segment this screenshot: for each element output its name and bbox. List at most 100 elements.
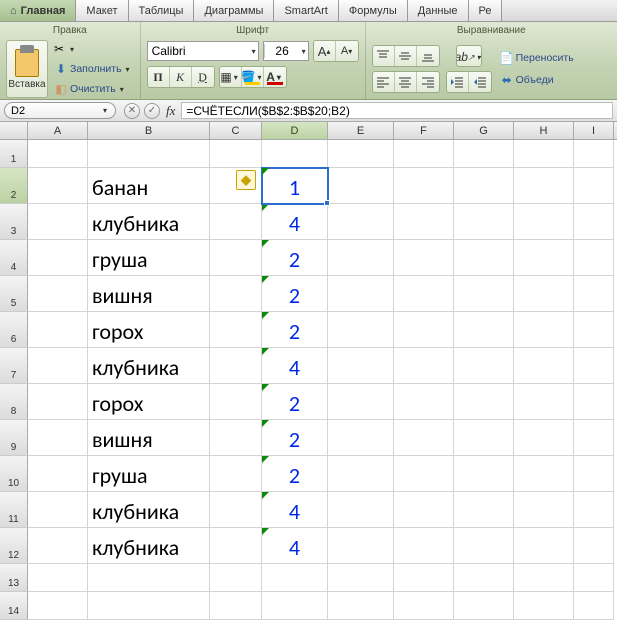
- cell-H1[interactable]: [514, 140, 574, 168]
- cell-I14[interactable]: [574, 592, 614, 620]
- cell-B12[interactable]: клубника: [88, 528, 210, 564]
- row-header[interactable]: 7: [0, 348, 28, 384]
- cell-B7[interactable]: клубника: [88, 348, 210, 384]
- cell-E4[interactable]: [328, 240, 394, 276]
- cell-B3[interactable]: клубника: [88, 204, 210, 240]
- shrink-font-button[interactable]: A▾: [336, 41, 358, 61]
- cell-D2[interactable]: 1◆: [262, 168, 328, 204]
- fill-color-button[interactable]: 🪣▾: [242, 67, 264, 87]
- cell-F9[interactable]: [394, 420, 454, 456]
- cell-E3[interactable]: [328, 204, 394, 240]
- cell-A13[interactable]: [28, 564, 88, 592]
- font-name-select[interactable]: Calibri ▾: [147, 41, 259, 61]
- row-header[interactable]: 6: [0, 312, 28, 348]
- cell-G13[interactable]: [454, 564, 514, 592]
- cell-I9[interactable]: [574, 420, 614, 456]
- cell-H11[interactable]: [514, 492, 574, 528]
- font-size-select[interactable]: 26 ▾: [263, 41, 309, 61]
- cell-F1[interactable]: [394, 140, 454, 168]
- cell-E8[interactable]: [328, 384, 394, 420]
- cell-G11[interactable]: [454, 492, 514, 528]
- cell-G7[interactable]: [454, 348, 514, 384]
- cell-H13[interactable]: [514, 564, 574, 592]
- cell-I11[interactable]: [574, 492, 614, 528]
- cell-G5[interactable]: [454, 276, 514, 312]
- dropdown-icon[interactable]: ▾: [68, 45, 76, 54]
- cell-A8[interactable]: [28, 384, 88, 420]
- cell-G1[interactable]: [454, 140, 514, 168]
- cell-C7[interactable]: [210, 348, 262, 384]
- cell-C13[interactable]: [210, 564, 262, 592]
- cell-B2[interactable]: банан: [88, 168, 210, 204]
- align-right-button[interactable]: [417, 72, 439, 92]
- cell-E10[interactable]: [328, 456, 394, 492]
- row-header[interactable]: 3: [0, 204, 28, 240]
- scissors-icon[interactable]: ✂: [52, 42, 66, 56]
- cell-F12[interactable]: [394, 528, 454, 564]
- cell-G14[interactable]: [454, 592, 514, 620]
- selection-handle[interactable]: [324, 200, 330, 206]
- cell-I10[interactable]: [574, 456, 614, 492]
- tab-диаграммы[interactable]: Диаграммы: [194, 0, 274, 21]
- cell-A3[interactable]: [28, 204, 88, 240]
- column-header-H[interactable]: H: [514, 122, 574, 139]
- cell-G8[interactable]: [454, 384, 514, 420]
- error-indicator-icon[interactable]: ◆: [236, 170, 256, 190]
- decrease-indent-button[interactable]: [447, 72, 469, 92]
- tab-главная[interactable]: ⌂Главная: [0, 0, 76, 21]
- cell-C10[interactable]: [210, 456, 262, 492]
- cell-G9[interactable]: [454, 420, 514, 456]
- cell-A7[interactable]: [28, 348, 88, 384]
- cell-A4[interactable]: [28, 240, 88, 276]
- cell-F13[interactable]: [394, 564, 454, 592]
- cell-B14[interactable]: [88, 592, 210, 620]
- grow-font-button[interactable]: A▴: [314, 41, 336, 61]
- cell-B4[interactable]: груша: [88, 240, 210, 276]
- row-header[interactable]: 11: [0, 492, 28, 528]
- dropdown-icon[interactable]: ▾: [124, 65, 132, 74]
- tab-формулы[interactable]: Формулы: [339, 0, 408, 21]
- cell-A11[interactable]: [28, 492, 88, 528]
- row-header[interactable]: 5: [0, 276, 28, 312]
- align-top-button[interactable]: [373, 46, 395, 66]
- row-header[interactable]: 9: [0, 420, 28, 456]
- cell-E7[interactable]: [328, 348, 394, 384]
- column-header-C[interactable]: C: [210, 122, 262, 139]
- cell-F10[interactable]: [394, 456, 454, 492]
- cell-A5[interactable]: [28, 276, 88, 312]
- cell-D10[interactable]: 2: [262, 456, 328, 492]
- orientation-button[interactable]: ab↗▾: [456, 45, 482, 67]
- column-header-I[interactable]: I: [574, 122, 614, 139]
- dropdown-icon[interactable]: ▾: [101, 106, 109, 115]
- fill-button[interactable]: ⬇ Заполнить ▾: [52, 60, 134, 78]
- tab-таблицы[interactable]: Таблицы: [129, 0, 195, 21]
- cell-H12[interactable]: [514, 528, 574, 564]
- formula-input[interactable]: =СЧЁТЕСЛИ($B$2:$B$20;B2): [181, 102, 613, 119]
- cell-C5[interactable]: [210, 276, 262, 312]
- cell-D3[interactable]: 4: [262, 204, 328, 240]
- fx-icon[interactable]: fx: [164, 103, 177, 119]
- tab-данные[interactable]: Данные: [408, 0, 469, 21]
- cell-H7[interactable]: [514, 348, 574, 384]
- cell-E6[interactable]: [328, 312, 394, 348]
- cell-E11[interactable]: [328, 492, 394, 528]
- cell-H14[interactable]: [514, 592, 574, 620]
- cell-H4[interactable]: [514, 240, 574, 276]
- cell-D5[interactable]: 2: [262, 276, 328, 312]
- cell-D4[interactable]: 2: [262, 240, 328, 276]
- cell-D12[interactable]: 4: [262, 528, 328, 564]
- column-header-F[interactable]: F: [394, 122, 454, 139]
- cell-E9[interactable]: [328, 420, 394, 456]
- cell-E1[interactable]: [328, 140, 394, 168]
- clear-button[interactable]: ◧ Очистить ▾: [52, 80, 128, 98]
- borders-button[interactable]: ▦▾: [220, 67, 242, 87]
- cell-I3[interactable]: [574, 204, 614, 240]
- cell-I2[interactable]: [574, 168, 614, 204]
- cell-E2[interactable]: [328, 168, 394, 204]
- cell-D9[interactable]: 2: [262, 420, 328, 456]
- cell-I7[interactable]: [574, 348, 614, 384]
- row-header[interactable]: 12: [0, 528, 28, 564]
- cell-A10[interactable]: [28, 456, 88, 492]
- cell-E5[interactable]: [328, 276, 394, 312]
- cell-D6[interactable]: 2: [262, 312, 328, 348]
